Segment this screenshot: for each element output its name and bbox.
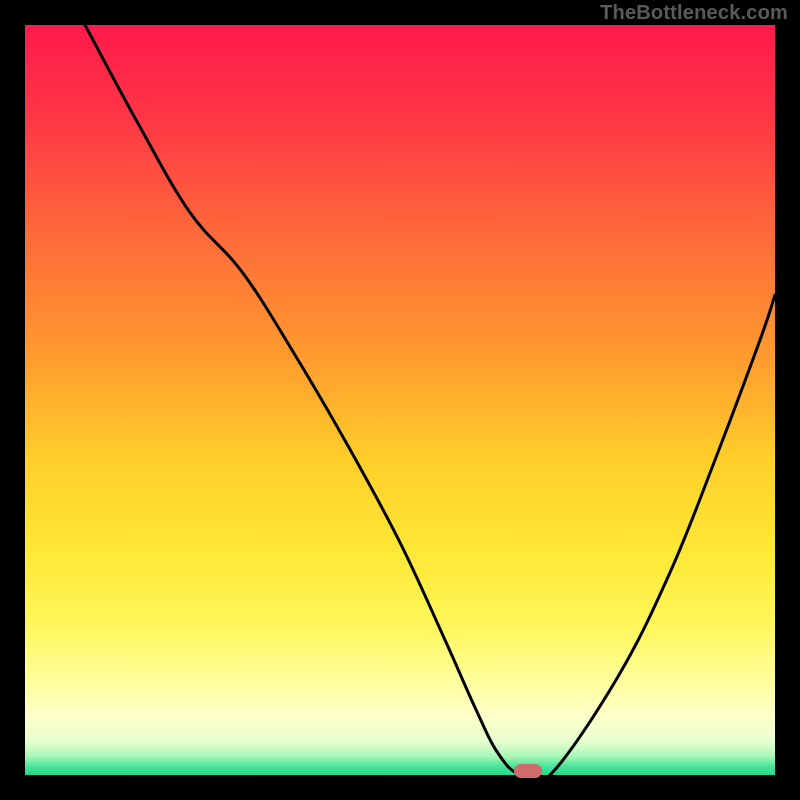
optimal-marker — [514, 764, 542, 778]
chart-frame: TheBottleneck.com — [0, 0, 800, 800]
watermark-text: TheBottleneck.com — [600, 2, 788, 25]
gradient-background — [25, 25, 775, 775]
bottleneck-chart — [25, 25, 775, 775]
